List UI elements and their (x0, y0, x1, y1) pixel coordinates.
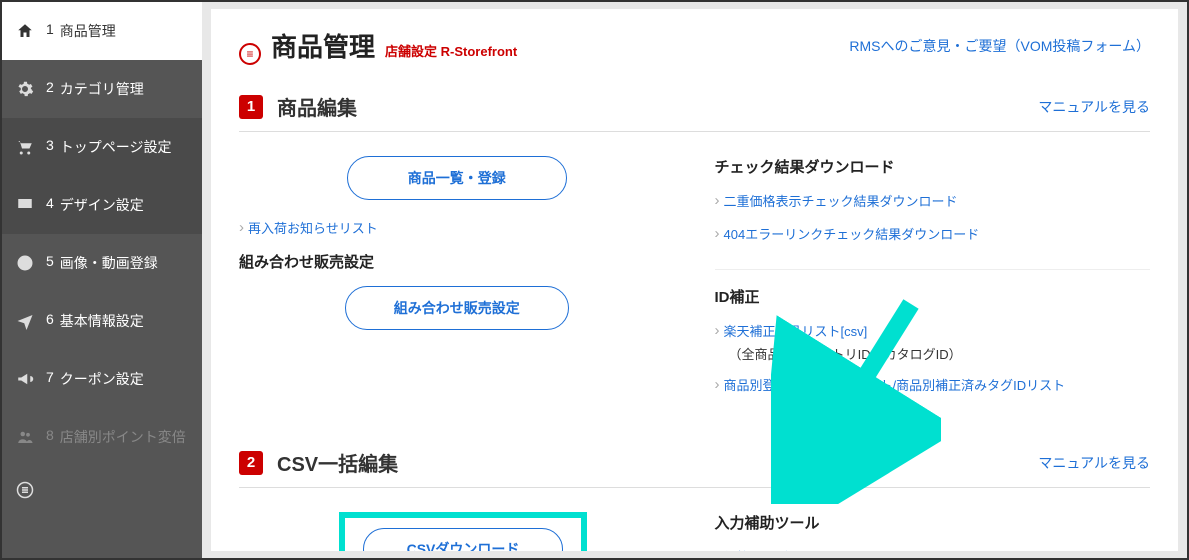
input-assist-heading: 入力補助ツール (715, 512, 1151, 533)
gear-icon (14, 78, 36, 100)
sidebar-item-points[interactable]: 8店舗別ポイント変倍 (2, 408, 202, 466)
megaphone-icon (14, 368, 36, 390)
section-badge: 1 (239, 95, 263, 119)
main-content: ≡ 商品管理 店舗設定 R-Storefront RMSへのご意見・ご要望（VO… (202, 2, 1187, 558)
title-icon: ≡ (239, 43, 261, 65)
check-result-heading: チェック結果ダウンロード (715, 156, 1151, 177)
sidebar-item-design[interactable]: 4デザイン設定 (2, 176, 202, 234)
feedback-link[interactable]: RMSへのご意見・ご要望（VOM投稿フォーム） (849, 36, 1150, 56)
monitor-icon (14, 194, 36, 216)
dual-price-check-link[interactable]: 二重価格表示チェック結果ダウンロード (715, 191, 1151, 210)
users-icon (14, 426, 36, 448)
csv-download-button[interactable]: CSVダウンロード (363, 528, 563, 551)
id-correction-heading: ID補正 (715, 286, 1151, 307)
rakuten-correction-link[interactable]: 楽天補正商品リスト[csv] (715, 321, 1151, 340)
sidebar-item-coupon[interactable]: 7クーポン設定 (2, 350, 202, 408)
sidebar-item-products[interactable]: 1商品管理 (2, 2, 202, 60)
correction-note: （全商品ディレクトリID、カタログID） (729, 344, 1151, 363)
page-subtitle: 店舗設定 R-Storefront (385, 41, 517, 60)
home-icon (14, 20, 36, 42)
sidebar-item-basic[interactable]: 6基本情報設定 (2, 292, 202, 350)
sidebar-item-media[interactable]: 5画像・動画登録 (2, 234, 202, 292)
csv-download-highlight: CSVダウンロード (339, 512, 587, 551)
cart-icon (14, 136, 36, 158)
plane-icon (14, 310, 36, 332)
sidebar-item-extra[interactable] (2, 466, 202, 514)
tag-id-list-link[interactable]: 商品別登録済みタグIDリスト/商品別補正済みタグIDリスト (715, 375, 1151, 394)
section-title: CSV一括編集 (277, 448, 398, 477)
section-product-edit: 1 商品編集 マニュアルを見る 商品一覧・登録 再入荷お知らせリスト 組み合わせ… (239, 92, 1150, 408)
product-list-button[interactable]: 商品一覧・登録 (347, 156, 567, 200)
sidebar-item-category[interactable]: 2カテゴリ管理 (2, 60, 202, 118)
page-title: 商品管理 (271, 27, 375, 64)
price-history-link[interactable]: 価格履歴ダウンロード (715, 547, 1151, 551)
chart-icon (14, 252, 36, 274)
sidebar: 1商品管理 2カテゴリ管理 3トップページ設定 4デザイン設定 5画像・動画登録 (2, 2, 202, 558)
section-title: 商品編集 (277, 92, 357, 121)
404-check-link[interactable]: 404エラーリンクチェック結果ダウンロード (715, 224, 1151, 243)
list-icon (14, 479, 36, 501)
manual-link[interactable]: マニュアルを見る (1038, 97, 1150, 117)
manual-link[interactable]: マニュアルを見る (1038, 453, 1150, 473)
combo-heading: 組み合わせ販売設定 (239, 251, 675, 272)
section-badge: 2 (239, 451, 263, 475)
section-csv-edit: 2 CSV一括編集 マニュアルを見る CSVダウンロード 入力補助ツール 価格履… (239, 448, 1150, 551)
combo-settings-button[interactable]: 組み合わせ販売設定 (345, 286, 569, 330)
page-header: ≡ 商品管理 店舗設定 R-Storefront RMSへのご意見・ご要望（VO… (239, 27, 1150, 64)
restock-notify-link[interactable]: 再入荷お知らせリスト (239, 218, 675, 237)
sidebar-item-toppage[interactable]: 3トップページ設定 (2, 118, 202, 176)
